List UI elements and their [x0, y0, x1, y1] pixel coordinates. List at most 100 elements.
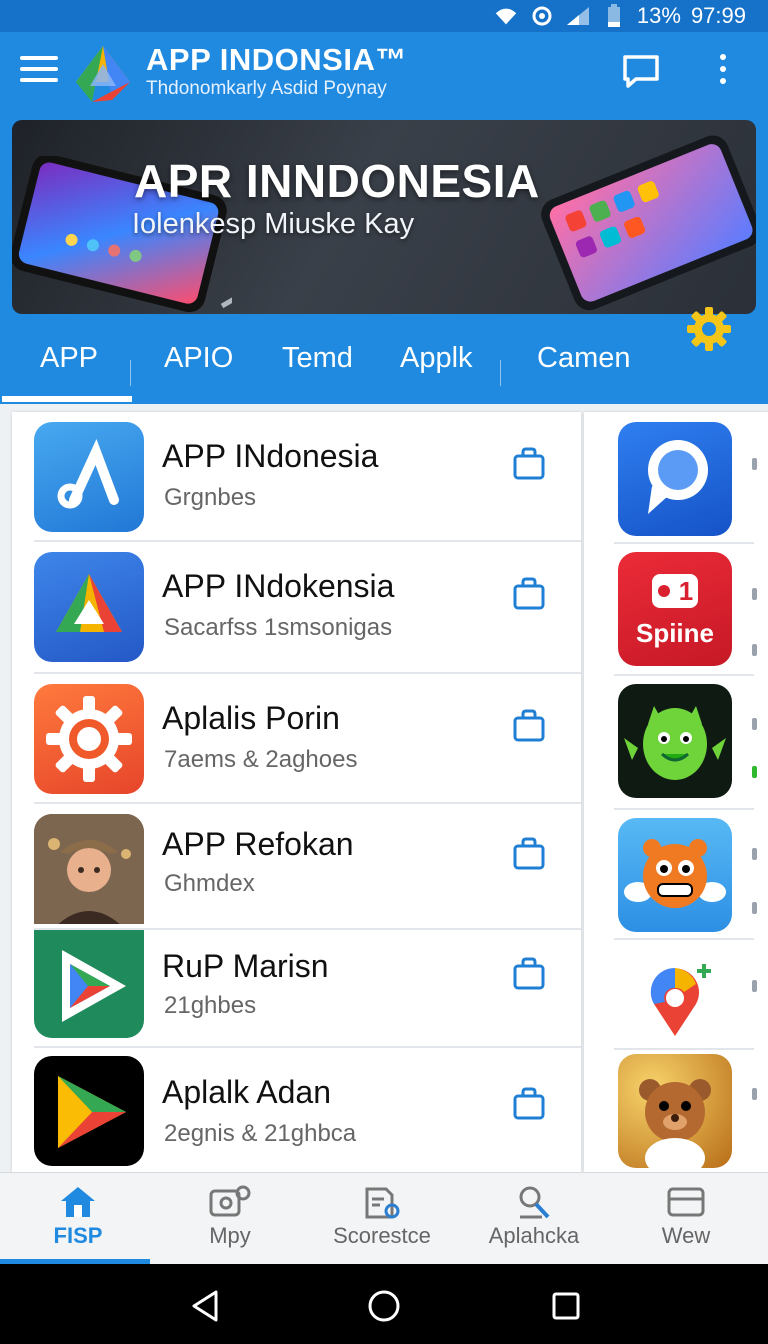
- row-marker: [752, 1088, 757, 1100]
- key-icon: [519, 1186, 550, 1219]
- row-marker: [752, 458, 757, 470]
- row-divider: [614, 808, 754, 810]
- nav-home[interactable]: FISP: [2, 1173, 154, 1265]
- active-tab-indicator: [2, 396, 132, 402]
- app-indonesia-icon: [34, 422, 144, 532]
- document-icon: [365, 1187, 400, 1219]
- tab-apio[interactable]: APIO: [164, 342, 233, 375]
- bottom-navigation: FISP Mpy Scorestce Aplahcka Wew: [0, 1172, 768, 1264]
- nav-view[interactable]: Wew: [610, 1173, 762, 1265]
- clock: 97:99: [690, 3, 746, 28]
- chat-icon[interactable]: [622, 54, 660, 88]
- row-marker: [752, 980, 757, 992]
- back-icon[interactable]: [188, 1288, 224, 1324]
- app-name: Aplalk Adan: [162, 1074, 332, 1110]
- app-name: APP INdokensia: [162, 568, 395, 604]
- shopping-bag-icon[interactable]: [512, 576, 546, 610]
- row-divider: [614, 1048, 754, 1050]
- row-marker: [752, 848, 757, 860]
- spiine-label: Spiine: [636, 618, 714, 648]
- nav-scores-label: Scorestce: [333, 1223, 431, 1248]
- category-tabs: APP APIO Temd Applk Camen: [0, 324, 768, 404]
- nav-view-label: Wew: [661, 1223, 711, 1248]
- app-name: APP INdonesia: [162, 438, 379, 474]
- tab-camen[interactable]: Camen: [537, 342, 631, 375]
- app-detail: Grgnbes: [164, 484, 257, 511]
- promo-banner[interactable]: APR INNDONESIA Iolenkesp Miuske Kay: [12, 120, 756, 314]
- list-item[interactable]: Aplalis Porin 7aems & 2aghoes: [12, 674, 581, 804]
- tab-temd[interactable]: Temd: [282, 342, 353, 375]
- app-name: RuP Marisn: [162, 948, 329, 984]
- shopping-bag-icon[interactable]: [512, 446, 546, 480]
- home-circle-icon[interactable]: [366, 1288, 402, 1324]
- app-name: Aplalis Porin: [162, 700, 340, 736]
- search-app-icon[interactable]: [618, 422, 732, 536]
- banner-title: APR INNDONESIA: [134, 155, 540, 207]
- app-name: APP Refokan: [162, 826, 354, 862]
- header: APP INDONSIA™ Thdonomkarly Asdid Poynay: [0, 32, 768, 404]
- battery-level: 13%: [636, 3, 681, 28]
- app-detail: Ghmdex: [164, 870, 255, 897]
- recent-apps-icon[interactable]: [548, 1288, 584, 1324]
- location-pin-icon[interactable]: [618, 944, 732, 1058]
- more-options-icon[interactable]: [716, 54, 730, 90]
- settings-gear-icon[interactable]: [686, 306, 732, 352]
- shopping-bag-icon[interactable]: [512, 956, 546, 990]
- list-item[interactable]: APP INdokensia Sacarfss 1smsonigas: [12, 542, 581, 674]
- phone-illustration-icon: [532, 126, 756, 314]
- vibrate-icon: [529, 5, 555, 27]
- list-item[interactable]: Aplalk Adan 2egnis & 21ghbca: [12, 1048, 581, 1172]
- row-marker: [752, 766, 757, 778]
- map-icon: [209, 1185, 251, 1217]
- portrait-icon: [34, 814, 144, 924]
- header-subtitle: Thdonomkarly Asdid Poynay: [146, 78, 387, 99]
- row-divider: [614, 674, 754, 676]
- status-bar: 13% 97:99: [0, 0, 768, 32]
- app-detail: Sacarfss 1smsonigas: [164, 614, 393, 641]
- app-detail: 2egnis & 21ghbca: [164, 1120, 357, 1147]
- app-bar: APP INDONSIA™ Thdonomkarly Asdid Poynay: [0, 32, 768, 114]
- list-item[interactable]: RuP Marisn 21ghbes: [12, 930, 581, 1048]
- nav-apps[interactable]: Aplahcka: [458, 1173, 610, 1265]
- bear-character-icon[interactable]: [618, 1054, 732, 1168]
- tab-app[interactable]: APP: [40, 342, 98, 375]
- row-divider: [614, 938, 754, 940]
- green-monster-icon[interactable]: [618, 684, 732, 798]
- settings-gear-icon: [34, 684, 144, 794]
- row-marker: [752, 718, 757, 730]
- spiine-badge: 1: [679, 576, 693, 606]
- row-marker: [752, 644, 757, 656]
- shopping-bag-icon[interactable]: [512, 708, 546, 742]
- tab-applk[interactable]: Applk: [400, 342, 473, 375]
- row-marker: [752, 902, 757, 914]
- play-store-icon: [34, 930, 144, 1038]
- featured-apps-column: 1 Spiine: [584, 412, 768, 1172]
- header-title: APP INDONSIA™: [146, 42, 407, 77]
- signal-icon: [565, 5, 591, 27]
- nav-scores[interactable]: Scorestce: [306, 1173, 458, 1265]
- card-icon: [667, 1187, 705, 1217]
- app-detail: 21ghbes: [164, 992, 257, 1019]
- nav-map-label: Mpy: [209, 1223, 251, 1248]
- row-divider: [614, 542, 754, 544]
- battery-icon: [601, 4, 627, 27]
- triangle-logo-icon: [34, 552, 144, 662]
- menu-button[interactable]: [20, 56, 58, 86]
- nav-apps-label: Aplahcka: [488, 1223, 580, 1248]
- tab-divider: [500, 360, 501, 386]
- spiine-app-icon[interactable]: 1 Spiine: [618, 552, 732, 666]
- row-marker: [752, 588, 757, 600]
- shopping-bag-icon[interactable]: [512, 836, 546, 870]
- list-item[interactable]: APP INdonesia Grgnbes: [12, 412, 581, 542]
- app-logo-icon: [72, 42, 134, 104]
- nav-home-label: FISP: [53, 1223, 103, 1248]
- shopping-bag-icon[interactable]: [512, 1086, 546, 1120]
- app-detail: 7aems & 2aghoes: [164, 746, 358, 773]
- play-icon: [34, 1056, 144, 1166]
- tab-divider: [130, 360, 131, 386]
- system-navigation-bar: [0, 1264, 768, 1344]
- wifi-icon: [493, 5, 519, 27]
- list-item[interactable]: APP Refokan Ghmdex: [12, 804, 581, 930]
- orange-critter-icon[interactable]: [618, 818, 732, 932]
- nav-map[interactable]: Mpy: [154, 1173, 306, 1265]
